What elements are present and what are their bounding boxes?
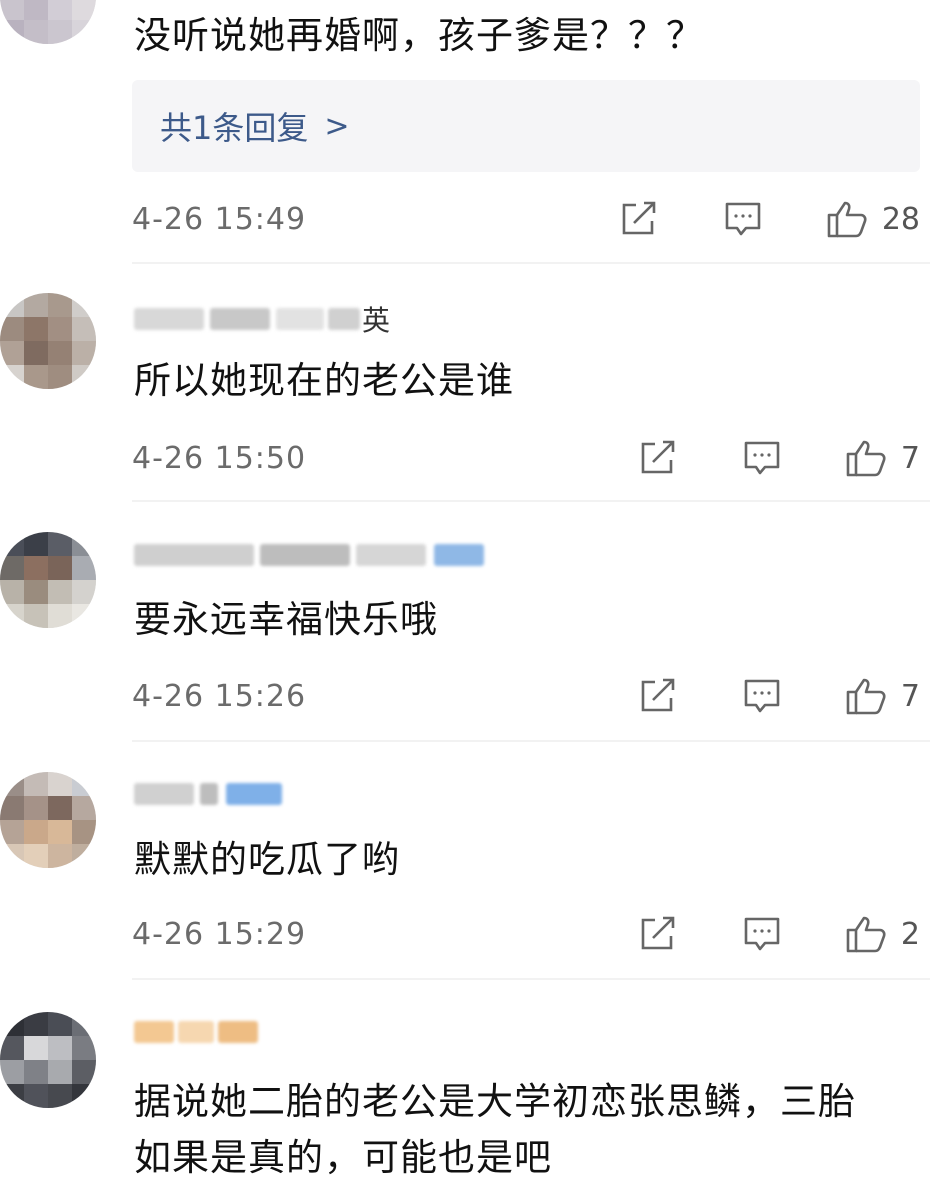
blurred-username <box>134 783 194 805</box>
like-count: 7 <box>900 678 920 714</box>
avatar[interactable] <box>0 532 96 628</box>
comment-text: 要永远幸福快乐哦 <box>134 598 438 641</box>
username[interactable]: 英 <box>134 302 391 337</box>
divider <box>132 978 930 980</box>
username[interactable] <box>134 1015 258 1049</box>
thumbs-up-icon[interactable] <box>845 676 887 716</box>
comment-actions: 2 <box>639 912 920 956</box>
divider <box>132 740 930 742</box>
view-replies-button[interactable]: 共1条回复 > <box>132 80 920 172</box>
blurred-username <box>134 544 254 566</box>
comment-actions: 7 <box>639 674 920 718</box>
comment-meta: 4-26 15:49 28 <box>132 197 920 241</box>
chevron-right-icon: > <box>324 108 350 144</box>
comment-icon[interactable] <box>743 916 781 952</box>
blurred-username <box>218 1021 258 1043</box>
timestamp: 4-26 15:49 <box>132 201 307 237</box>
comment-meta: 4-26 15:50 7 <box>132 436 920 480</box>
comment-icon[interactable] <box>743 440 781 476</box>
comment-text: 默默的吃瓜了哟 <box>134 838 400 881</box>
thumbs-up-icon[interactable] <box>845 438 887 478</box>
blurred-username <box>260 544 350 566</box>
avatar[interactable] <box>0 293 96 389</box>
comment-text: 没听说她再婚啊，孩子爹是？？？ <box>134 14 704 57</box>
reply-count-label: 共1条回复 <box>160 109 309 147</box>
blurred-username <box>226 783 282 805</box>
blurred-username <box>178 1021 214 1043</box>
comment-meta: 4-26 15:26 7 <box>132 674 920 718</box>
divider <box>132 262 930 264</box>
like-count: 7 <box>900 440 920 476</box>
blurred-username <box>328 308 360 330</box>
blurred-username <box>356 544 426 566</box>
comment-actions: 7 <box>639 436 920 480</box>
avatar[interactable] <box>0 0 96 44</box>
timestamp: 4-26 15:29 <box>132 916 307 952</box>
blurred-username <box>276 308 324 330</box>
thumbs-up-icon[interactable] <box>826 199 868 239</box>
like-count: 2 <box>900 916 920 952</box>
share-icon[interactable] <box>639 678 677 714</box>
username-text: 英 <box>362 304 391 337</box>
timestamp: 4-26 15:26 <box>132 678 307 714</box>
like-count: 28 <box>881 201 920 237</box>
comment-actions: 28 <box>620 197 920 241</box>
avatar[interactable] <box>0 1012 96 1108</box>
username[interactable] <box>134 538 484 572</box>
comment-text: 据说她二胎的老公是大学初恋张思鳞，三胎 如果是真的，可能也是吧 <box>134 1074 918 1186</box>
comment-text: 所以她现在的老公是谁 <box>134 359 514 402</box>
share-icon[interactable] <box>620 201 658 237</box>
timestamp: 4-26 15:50 <box>132 440 307 476</box>
divider <box>132 500 930 502</box>
blurred-username <box>434 544 484 566</box>
avatar[interactable] <box>0 772 96 868</box>
thumbs-up-icon[interactable] <box>845 914 887 954</box>
comment-icon[interactable] <box>743 678 781 714</box>
comment-text-line: 据说她二胎的老公是大学初恋张思鳞，三胎 <box>134 1080 856 1123</box>
comment-meta: 4-26 15:29 2 <box>132 912 920 956</box>
blurred-username <box>134 308 204 330</box>
blurred-username <box>134 1021 174 1043</box>
blurred-username <box>200 783 218 805</box>
share-icon[interactable] <box>639 440 677 476</box>
blurred-username <box>210 308 270 330</box>
comment-icon[interactable] <box>724 201 762 237</box>
username[interactable] <box>134 777 282 811</box>
share-icon[interactable] <box>639 916 677 952</box>
